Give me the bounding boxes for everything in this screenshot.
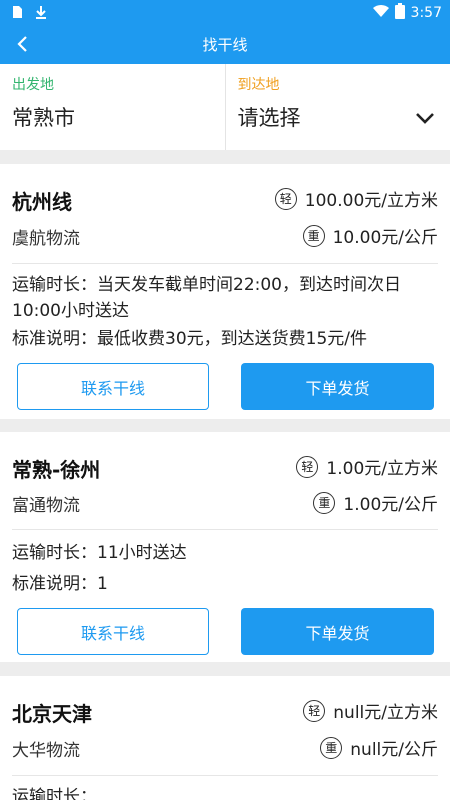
company-name: 大华物流 <box>12 741 80 761</box>
origin-value: 常熟市 <box>12 106 75 130</box>
contact-line-button[interactable]: 联系干线 <box>17 608 209 655</box>
status-bar: 3:57 <box>0 0 450 24</box>
light-price: 100.00元/立方米 <box>304 191 438 211</box>
heavy-price: 1.00元/公斤 <box>343 495 438 515</box>
light-price: null元/立方米 <box>333 703 438 723</box>
destination-value: 请选择 <box>237 106 301 130</box>
light-price: 1.00元/立方米 <box>326 459 438 479</box>
transit-info: 运输时长：11小时送达 <box>12 543 187 563</box>
download-icon <box>34 4 48 23</box>
heavy-price-row: 重 10.00元/公斤 <box>302 223 438 248</box>
transit-info: 运输时长： <box>12 787 97 800</box>
wifi-icon <box>372 4 389 22</box>
company-name: 虞航物流 <box>12 229 80 249</box>
clock-time: 3:57 <box>410 5 442 21</box>
light-badge: 轻 <box>296 455 319 478</box>
destination-caption: 到达地 <box>237 77 280 93</box>
place-order-button[interactable]: 下单发货 <box>241 608 434 655</box>
company-name: 富通物流 <box>12 496 80 516</box>
destination-selector[interactable]: 到达地 请选择 <box>224 64 450 150</box>
light-price-row: 轻 100.00元/立方米 <box>274 186 438 211</box>
divider <box>12 775 438 776</box>
transit-info: 运输时长：当天发车截单时间22:00，到达时间次日10:00小时送达 <box>12 275 401 321</box>
standard-info: 标准说明：1 <box>12 574 108 594</box>
light-badge: 轻 <box>303 699 326 722</box>
light-price-row: 轻 null元/立方米 <box>303 698 438 723</box>
app-bar: 找干线 <box>0 24 450 64</box>
line-name: 杭州线 <box>12 190 72 214</box>
chevron-down-icon <box>416 113 434 124</box>
line-name: 北京天津 <box>12 702 92 726</box>
heavy-badge: 重 <box>302 224 325 247</box>
light-price-row: 轻 1.00元/立方米 <box>296 454 438 479</box>
line-card: 常熟-徐州 轻 1.00元/立方米 富通物流 重 1.00元/公斤 运输时长：1… <box>0 432 450 662</box>
heavy-price: 10.00元/公斤 <box>332 228 438 248</box>
heavy-badge: 重 <box>313 491 336 514</box>
heavy-price-row: 重 1.00元/公斤 <box>313 490 438 515</box>
page-title: 找干线 <box>202 36 248 54</box>
line-card: 北京天津 轻 null元/立方米 大华物流 重 null元/公斤 运输时长： <box>0 676 450 800</box>
heavy-price-row: 重 null元/公斤 <box>320 735 438 760</box>
origin-caption: 出发地 <box>12 77 54 93</box>
light-badge: 轻 <box>274 187 297 210</box>
place-order-button[interactable]: 下单发货 <box>241 363 434 410</box>
line-card: 杭州线 轻 100.00元/立方米 虞航物流 重 10.00元/公斤 运输时长：… <box>0 164 450 419</box>
divider <box>12 263 438 264</box>
heavy-price: null元/公斤 <box>350 740 438 760</box>
divider <box>12 529 438 530</box>
heavy-badge: 重 <box>320 736 343 759</box>
battery-icon <box>394 3 405 23</box>
sim-card-icon <box>10 4 24 23</box>
route-selector: 出发地 常熟市 到达地 请选择 <box>0 64 450 150</box>
line-name: 常熟-徐州 <box>12 458 101 482</box>
standard-info: 标准说明：最低收费30元，到达送货费15元/件 <box>12 329 367 349</box>
origin-selector[interactable]: 出发地 常熟市 <box>0 64 225 150</box>
contact-line-button[interactable]: 联系干线 <box>17 363 209 410</box>
